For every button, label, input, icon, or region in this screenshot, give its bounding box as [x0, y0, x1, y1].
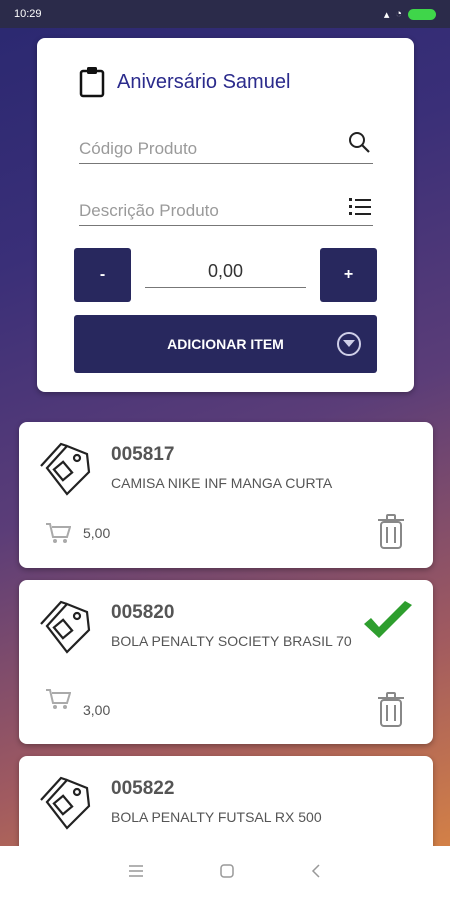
search-icon[interactable]	[347, 130, 371, 159]
page-header: Aniversário Samuel	[79, 66, 290, 98]
cart-icon	[45, 688, 72, 715]
quantity-input[interactable]: 0,00	[145, 258, 306, 288]
home-icon[interactable]	[220, 863, 234, 883]
system-nav-bar	[0, 846, 450, 900]
list-item[interactable]: 005820 BOLA PENALTY SOCIETY BRASIL 70 3,…	[19, 580, 433, 744]
list-item[interactable]: 005817 CAMISA NIKE INF MANGA CURTA 5,00	[19, 422, 433, 568]
product-code-placeholder: Código Produto	[79, 139, 198, 158]
status-bar: 10:29 ▴ ◔	[0, 0, 450, 28]
tag-icon	[37, 438, 93, 503]
trash-icon[interactable]	[377, 692, 405, 733]
item-code: 005820	[111, 602, 175, 623]
item-code: 005817	[111, 444, 175, 465]
add-item-button[interactable]: ADICIONAR ITEM	[74, 315, 377, 373]
product-description-field[interactable]: Descrição Produto	[79, 196, 373, 226]
menu-icon[interactable]	[128, 864, 143, 882]
clipboard-icon	[79, 66, 105, 98]
item-description: BOLA PENALTY SOCIETY BRASIL 70	[111, 633, 352, 649]
trash-icon[interactable]	[377, 514, 405, 555]
wifi-icon: ◔	[395, 8, 402, 20]
tag-icon	[37, 772, 93, 837]
list-icon[interactable]	[349, 196, 371, 221]
check-icon	[361, 600, 415, 649]
status-time: 10:29	[14, 8, 42, 20]
item-description: BOLA PENALTY FUTSAL RX 500	[111, 809, 322, 825]
status-icons: ▴ ◔	[384, 8, 436, 21]
item-description: CAMISA NIKE INF MANGA CURTA	[111, 475, 333, 491]
increase-quantity-button[interactable]: +	[320, 248, 377, 302]
cart-icon	[45, 522, 72, 549]
chevron-down-icon	[337, 332, 361, 356]
item-quantity: 3,00	[83, 702, 111, 718]
product-code-field[interactable]: Código Produto	[79, 132, 373, 164]
signal-icon: ▴	[383, 8, 390, 21]
back-icon[interactable]	[311, 863, 321, 883]
item-quantity: 5,00	[83, 525, 111, 541]
page-title: Aniversário Samuel	[117, 70, 291, 93]
battery-icon	[408, 8, 436, 20]
tag-icon	[37, 596, 93, 661]
item-code: 005822	[111, 778, 175, 799]
order-form-card: Aniversário Samuel Código Produto Descri…	[37, 38, 414, 392]
add-item-label: ADICIONAR ITEM	[167, 336, 284, 352]
decrease-quantity-button[interactable]: -	[74, 248, 131, 302]
product-description-placeholder: Descrição Produto	[79, 201, 219, 220]
